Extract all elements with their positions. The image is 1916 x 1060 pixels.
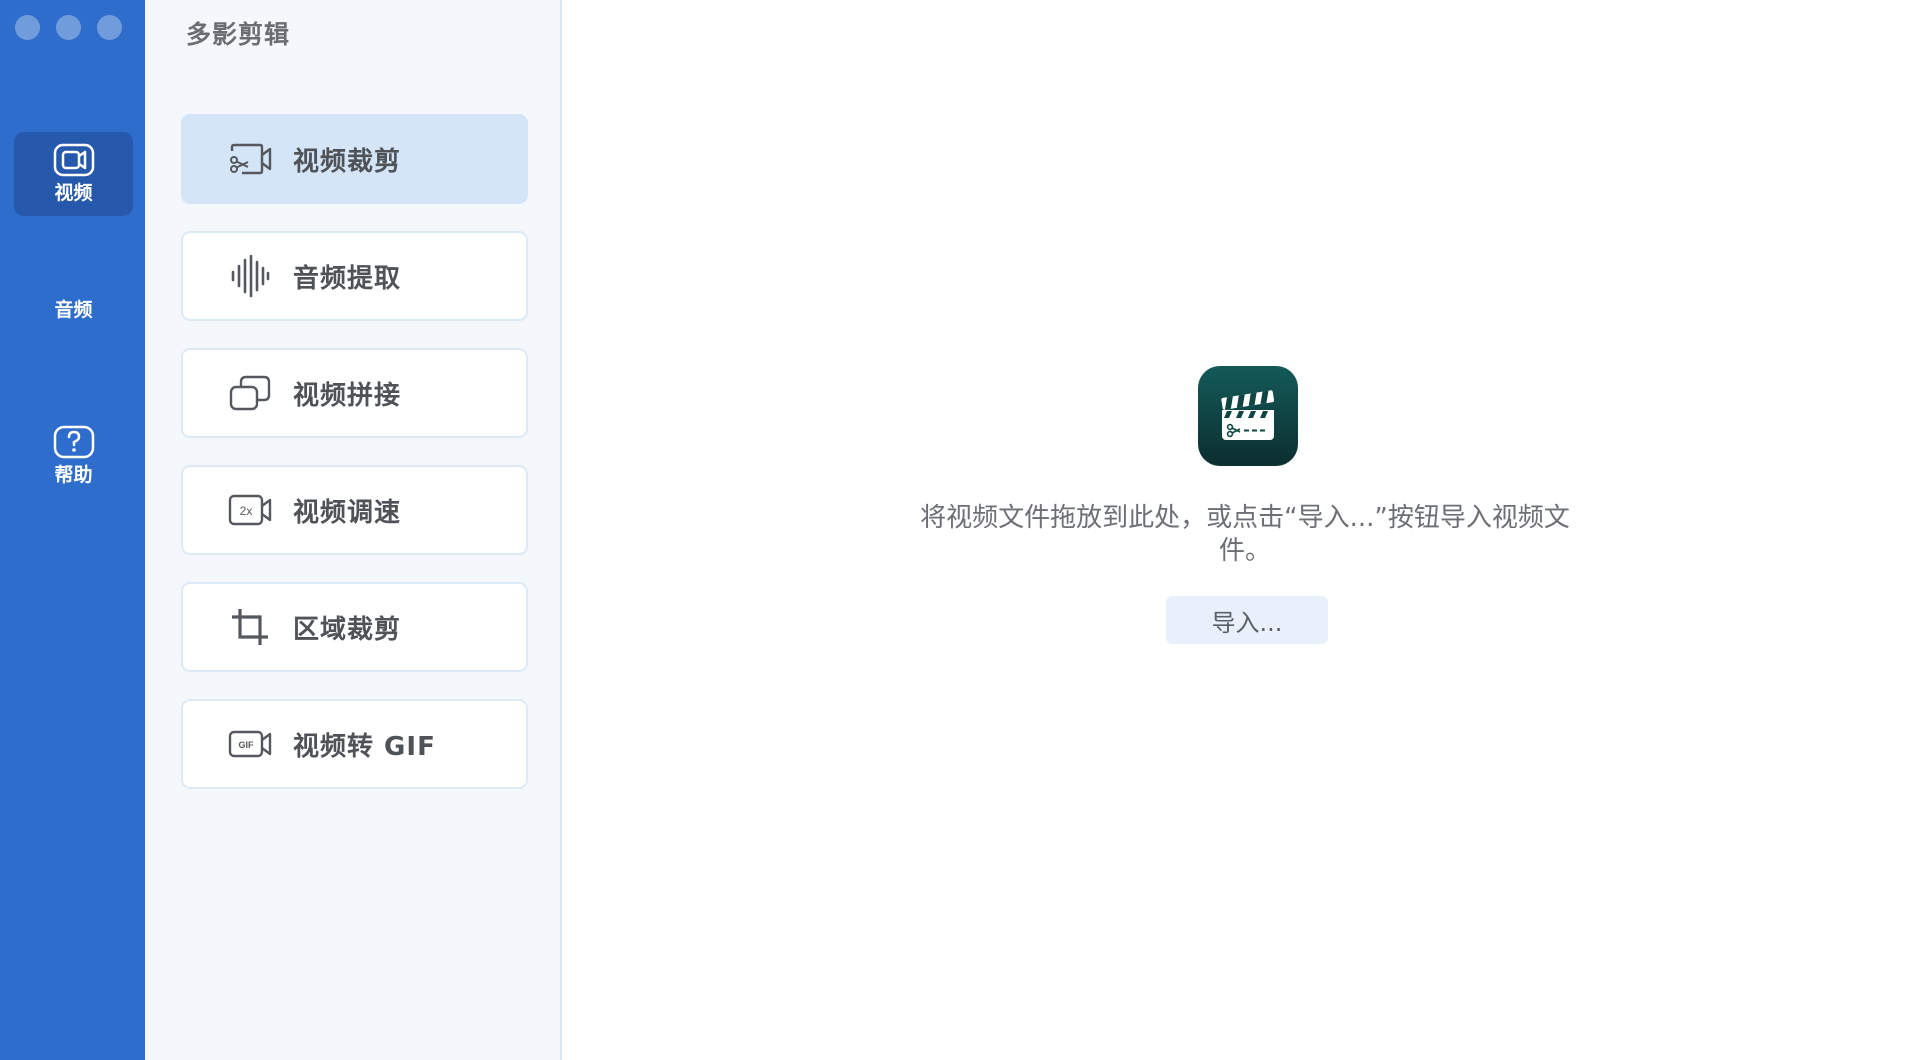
video-speed-icon: 2x xyxy=(225,485,275,535)
function-item-region-crop[interactable]: 区域裁剪 xyxy=(181,582,528,672)
function-item-label: 区域裁剪 xyxy=(293,614,402,645)
function-item-label: 视频拼接 xyxy=(293,380,402,411)
video-trim-icon xyxy=(225,134,275,184)
function-item-video-speed[interactable]: 2x 视频调速 xyxy=(181,465,528,555)
function-panel: 多影剪辑 视频裁剪 音频提取 视频拼接 2x 视频调速 区域裁剪 GIF 视频转… xyxy=(145,0,562,1060)
function-item-label: 视频调速 xyxy=(293,497,402,528)
audio-waveform-icon xyxy=(225,251,275,301)
window-close-button[interactable] xyxy=(15,15,40,40)
video-camera-icon xyxy=(53,143,95,177)
function-item-video-gif[interactable]: GIF 视频转 GIF xyxy=(181,699,528,789)
rail-item-video[interactable]: 视频 xyxy=(14,132,133,216)
rail-item-help[interactable]: 帮助 xyxy=(14,414,133,498)
function-item-video-merge[interactable]: 视频拼接 xyxy=(181,348,528,438)
drop-zone[interactable]: 将视频文件拖放到此处，或点击“导入...”按钮导入视频文件。 导入... xyxy=(562,0,1916,1060)
rail-item-audio[interactable]: 音频 xyxy=(14,266,133,350)
window-zoom-button[interactable] xyxy=(97,15,122,40)
video-merge-icon xyxy=(225,368,275,418)
function-item-video-trim[interactable]: 视频裁剪 xyxy=(181,114,528,204)
question-icon xyxy=(53,425,95,459)
video-gif-icon: GIF xyxy=(225,719,275,769)
rail-item-label: 音频 xyxy=(54,299,93,321)
function-item-label: 视频裁剪 xyxy=(293,146,402,177)
function-item-label: 视频转 GIF xyxy=(293,731,436,762)
app-title: 多影剪辑 xyxy=(186,20,291,49)
import-button[interactable]: 导入... xyxy=(1166,596,1328,644)
function-item-audio-extract[interactable]: 音频提取 xyxy=(181,231,528,321)
rail-item-label: 视频 xyxy=(54,182,93,204)
rail-item-label: 帮助 xyxy=(54,464,93,486)
clapperboard-icon xyxy=(1198,366,1298,466)
gif-badge-text: GIF xyxy=(239,740,255,750)
crop-icon xyxy=(225,602,275,652)
window-minimize-button[interactable] xyxy=(56,15,81,40)
speed-badge-text: 2x xyxy=(240,504,253,518)
function-item-label: 音频提取 xyxy=(293,263,402,294)
drop-hint-text: 将视频文件拖放到此处，或点击“导入...”按钮导入视频文件。 xyxy=(920,503,1570,566)
sidebar-rail: 视频 音频 帮助 xyxy=(0,0,145,1060)
